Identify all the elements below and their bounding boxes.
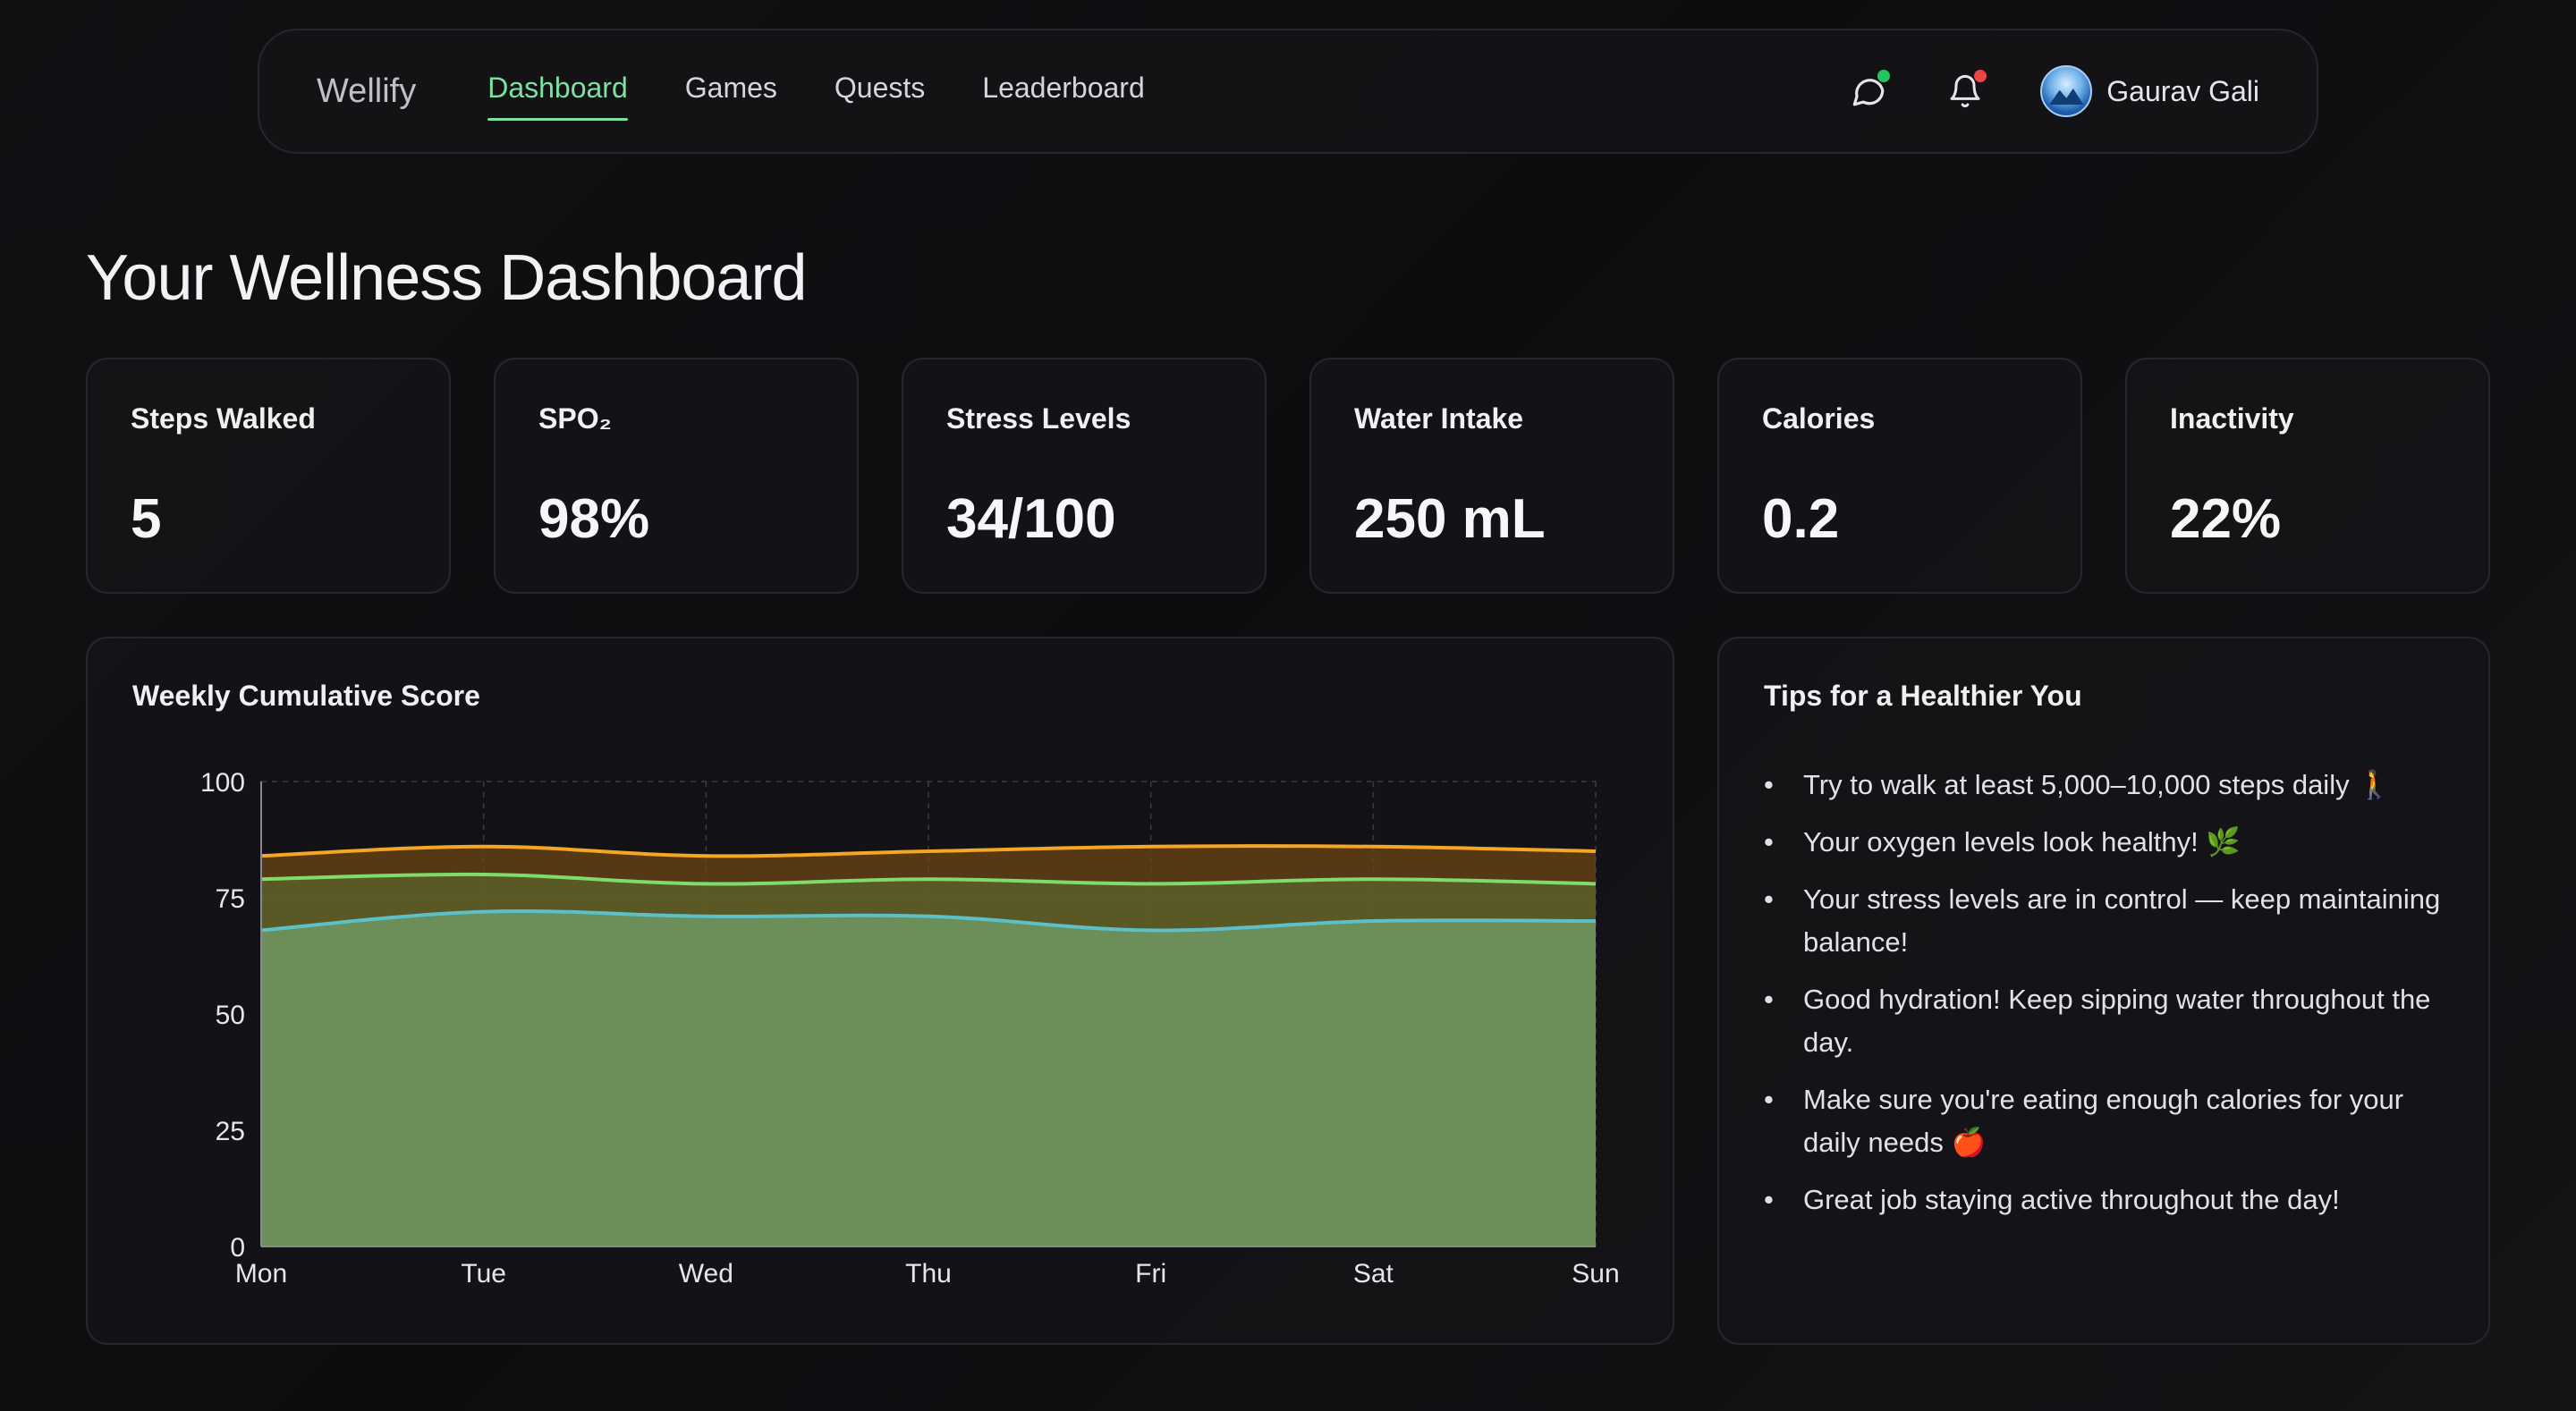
stat-card-inactivity: Inactivity 22% xyxy=(2125,358,2490,594)
user-name: Gaurav Gali xyxy=(2106,74,2259,107)
avatar xyxy=(2040,65,2093,117)
stat-label: Calories xyxy=(1762,402,1876,435)
chat-notification-dot xyxy=(1877,70,1891,82)
stat-value: 98% xyxy=(538,488,650,550)
y-tick-label: 25 xyxy=(216,1117,245,1146)
x-tick-label: Sun xyxy=(1572,1259,1619,1288)
user-menu[interactable]: Gaurav Gali xyxy=(2040,65,2259,117)
nav-link-games[interactable]: Games xyxy=(685,72,777,112)
list-item: Your stress levels are in control — keep… xyxy=(1764,878,2444,964)
nav-link-dashboard[interactable]: Dashboard xyxy=(487,72,628,121)
stat-card-stress: Stress Levels 34/100 xyxy=(902,358,1267,594)
weekly-score-chart: 0255075100Mon Tue Wed Thu Fri Sat Sun xyxy=(200,768,1620,1288)
nav-link-quests[interactable]: Quests xyxy=(835,72,925,112)
stat-card-spo2: SPO₂ 98% xyxy=(494,358,859,594)
list-item: Good hydration! Keep sipping water throu… xyxy=(1764,978,2444,1064)
x-tick-label: Tue xyxy=(461,1259,506,1288)
x-tick-label: Mon xyxy=(235,1259,287,1288)
list-item: Your oxygen levels look healthy! 🌿 xyxy=(1764,821,2444,864)
brand-logo-text[interactable]: Wellify xyxy=(317,72,416,111)
x-tick-label: Thu xyxy=(905,1259,952,1288)
tips-card-title: Tips for a Healthier You xyxy=(1764,680,2082,712)
list-item: Try to walk at least 5,000–10,000 steps … xyxy=(1764,764,2444,807)
bell-notification-dot xyxy=(1974,70,1987,82)
tips-list: Try to walk at least 5,000–10,000 steps … xyxy=(1764,764,2444,1236)
x-tick-label: Wed xyxy=(679,1259,733,1288)
y-tick-label: 100 xyxy=(200,768,245,798)
chat-button[interactable] xyxy=(1847,70,1891,113)
stat-value: 5 xyxy=(131,488,162,550)
stat-card-calories: Calories 0.2 xyxy=(1717,358,2082,594)
series-teal-area xyxy=(261,910,1596,1246)
stats-row: Steps Walked 5 SPO₂ 98% Stress Levels 34… xyxy=(86,358,2490,594)
page-title: Your Wellness Dashboard xyxy=(86,242,807,314)
y-tick-label: 50 xyxy=(216,1001,245,1030)
x-tick-label: Sat xyxy=(1353,1259,1394,1288)
stat-card-steps: Steps Walked 5 xyxy=(86,358,451,594)
stat-label: Inactivity xyxy=(2170,402,2294,435)
top-navbar: Wellify Dashboard Games Quests Leaderboa… xyxy=(258,29,2318,154)
stat-value: 22% xyxy=(2170,488,2282,550)
list-item: Make sure you're eating enough calories … xyxy=(1764,1078,2444,1164)
stat-value: 250 mL xyxy=(1354,488,1546,550)
nav-links: Dashboard Games Quests Leaderboard xyxy=(487,72,1145,121)
list-item: Great job staying active throughout the … xyxy=(1764,1179,2444,1221)
stat-card-water: Water Intake 250 mL xyxy=(1309,358,1674,594)
tips-card: Tips for a Healthier You Try to walk at … xyxy=(1717,637,2490,1345)
stat-value: 34/100 xyxy=(946,488,1116,550)
stat-label: Stress Levels xyxy=(946,402,1131,435)
weekly-score-card: Weekly Cumulative Score 0 25 50 75 100 Mon Tue… xyxy=(86,637,1674,1345)
nav-link-leaderboard[interactable]: Leaderboard xyxy=(982,72,1144,112)
x-tick-label: Fri xyxy=(1135,1259,1166,1288)
nav-actions: Gaurav Gali xyxy=(1847,65,2259,117)
stat-label: Water Intake xyxy=(1354,402,1524,435)
stat-label: Steps Walked xyxy=(131,402,316,435)
notifications-button[interactable] xyxy=(1944,70,1987,113)
stat-value: 0.2 xyxy=(1762,488,1840,550)
stat-label: SPO₂ xyxy=(538,402,612,435)
y-tick-label: 75 xyxy=(216,884,245,914)
